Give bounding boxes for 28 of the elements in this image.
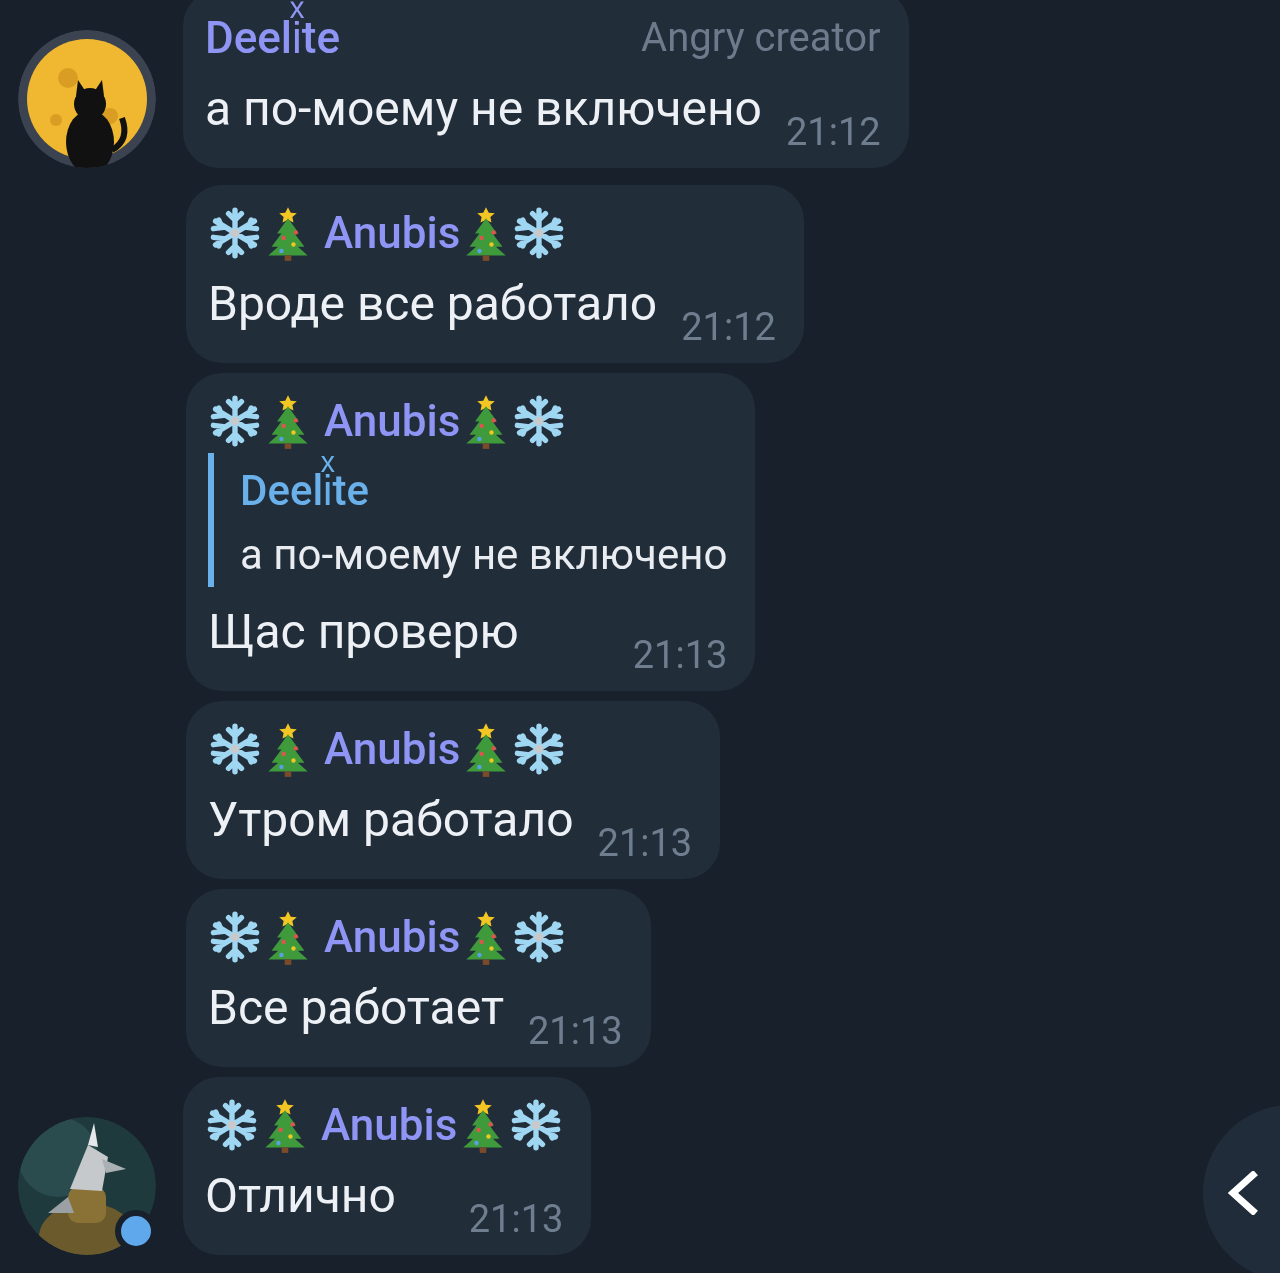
snowflake-icon xyxy=(208,394,262,448)
message-text: а по-моему не включено xyxy=(205,79,762,139)
message-text: Все работает xyxy=(208,978,504,1038)
reply-quote[interactable]: Deeliͯte а по-моему не включено xyxy=(208,453,728,587)
snowflake-icon xyxy=(208,910,262,964)
sender-name: Anubis xyxy=(324,910,461,965)
message-time: 21:13 xyxy=(632,633,728,677)
message-text: Утром работало xyxy=(208,790,574,850)
message-time: 21:13 xyxy=(468,1197,564,1241)
sender-name: Anubis xyxy=(324,394,461,449)
snowflake-icon xyxy=(208,722,262,776)
message-text: Отлично xyxy=(205,1166,396,1226)
chevron-left-icon xyxy=(1225,1171,1259,1215)
reply-text: а по-моему не включено xyxy=(240,529,728,581)
admin-title: Angry creator xyxy=(640,13,881,63)
sender-name: Deeliͯte xyxy=(205,2,341,74)
message-time: 21:13 xyxy=(597,821,693,865)
sender-name: Anubis xyxy=(324,722,461,777)
message-time: 21:12 xyxy=(681,305,776,349)
sender-name: Anubis xyxy=(324,206,461,261)
snowflake-icon xyxy=(205,1098,259,1152)
sender-name: Anubis xyxy=(321,1098,458,1153)
reply-sender: Deeliͯte xyxy=(240,453,728,523)
message-text: Вроде все работало xyxy=(208,274,658,334)
snowflake-icon xyxy=(208,206,262,260)
message-time: 21:13 xyxy=(527,1009,623,1053)
message-text: Щас проверю xyxy=(208,602,519,662)
message-time: 21:12 xyxy=(786,110,881,154)
